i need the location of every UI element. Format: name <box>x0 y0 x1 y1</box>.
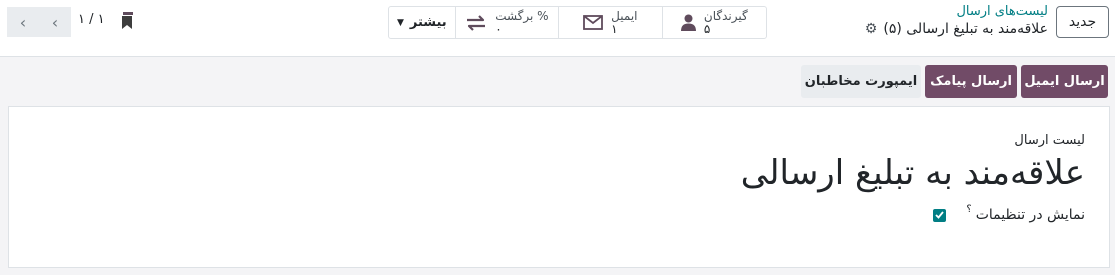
chevron-left-icon: ‹ <box>19 12 27 32</box>
user-icon <box>680 14 696 31</box>
import-contacts-button[interactable]: ایمپورت مخاطبان <box>801 65 921 98</box>
bounce-value: ۰ <box>495 21 502 36</box>
email-stat-button[interactable]: ایمیل ۱ <box>559 7 663 38</box>
mailing-list-name-input[interactable]: علاقه‌مند به تبلیغ ارسالی <box>741 153 1085 193</box>
more-button[interactable]: ▼ بیشتر <box>389 7 456 38</box>
stat-buttons: ▼ بیشتر % برگشت ۰ ایمیل ۱ گیرندگان ۵ <box>388 6 767 39</box>
bounce-label: % برگشت <box>495 8 549 23</box>
form-sheet: لیست ارسال علاقه‌مند به تبلیغ ارسالی نما… <box>8 106 1110 268</box>
pager-next-button[interactable]: ‹ <box>7 7 39 37</box>
envelope-icon <box>583 15 604 30</box>
more-label: بیشتر <box>409 15 447 30</box>
recipients-label: گیرندگان <box>703 8 748 23</box>
breadcrumb-parent[interactable]: لیست‌های ارسال <box>956 4 1048 19</box>
recipients-stat-button[interactable]: گیرندگان ۵ <box>663 7 766 38</box>
chevron-left-icon: ‹ <box>51 12 59 32</box>
gear-icon[interactable]: ⚙ <box>865 21 878 37</box>
show-in-settings-label: نمایش در تنظیمات <box>975 207 1085 223</box>
breadcrumb-current-label: علاقه‌مند به تبلیغ ارسالی (۵) <box>883 21 1048 37</box>
exchange-icon <box>467 14 486 31</box>
pager-previous-button[interactable]: ‹ <box>39 7 71 37</box>
send-email-button[interactable]: ارسال ایمیل <box>1021 65 1108 98</box>
control-panel: جدید لیست‌های ارسال علاقه‌مند به تبلیغ ا… <box>0 0 1115 57</box>
show-in-settings-row: نمایش در تنظیمات ؟ <box>933 204 1085 223</box>
send-sms-button[interactable]: ارسال پیامک <box>925 65 1017 98</box>
email-label: ایمیل <box>611 8 638 23</box>
mailing-list-label: لیست ارسال <box>1014 133 1085 148</box>
breadcrumb-current: علاقه‌مند به تبلیغ ارسالی (۵) ⚙ <box>865 21 1048 37</box>
caret-down-icon: ▼ <box>396 17 404 28</box>
bookmark-icon[interactable] <box>121 12 135 30</box>
action-buttons: ایمپورت مخاطبان ارسال پیامک ارسال ایمیل <box>801 65 1108 98</box>
bounce-stat-button[interactable]: % برگشت ۰ <box>456 7 560 38</box>
new-button[interactable]: جدید <box>1056 6 1109 38</box>
pager-value[interactable]: ۱ / ۱ <box>78 12 105 27</box>
email-value: ۱ <box>611 21 618 36</box>
checkmark-icon <box>935 211 945 219</box>
help-icon[interactable]: ؟ <box>966 204 971 215</box>
show-in-settings-checkbox[interactable] <box>933 208 947 222</box>
recipients-value: ۵ <box>703 21 711 36</box>
